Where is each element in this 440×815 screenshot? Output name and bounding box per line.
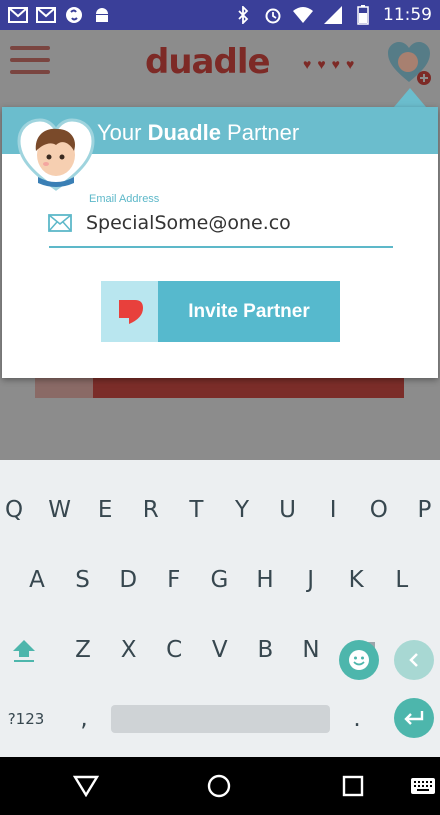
email-field-underline (49, 246, 393, 248)
title-suffix: Partner (220, 120, 300, 145)
invite-partner-label: Invite Partner (188, 300, 310, 322)
email-input[interactable] (86, 209, 386, 237)
invite-partner-dialog: Your Duadle Partner Email Address Invite… (2, 107, 438, 378)
invite-partner-button[interactable]: Invite Partner (101, 281, 340, 342)
key-v[interactable]: V (200, 625, 240, 675)
wifi-icon (293, 6, 313, 24)
title-brand: Duadle (147, 120, 221, 145)
key-s[interactable]: S (63, 555, 103, 605)
invite-icon-box (101, 281, 158, 342)
dialog-caret (394, 88, 426, 107)
title-prefix: Your (97, 120, 148, 145)
collapse-button[interactable] (394, 640, 434, 680)
enter-arrow-icon (404, 711, 424, 725)
gmail-icon (36, 6, 56, 24)
emoji-button[interactable] (339, 640, 379, 680)
key-a[interactable]: A (17, 555, 57, 605)
back-nav-icon[interactable] (71, 771, 101, 801)
chevron-left-icon (409, 653, 418, 667)
key-r[interactable]: R (131, 485, 171, 535)
key-h[interactable]: H (245, 555, 285, 605)
navigation-bar (0, 757, 440, 815)
logo-hearts: ♥♥♥♥ (303, 56, 361, 72)
battery-icon (353, 5, 373, 25)
key-q[interactable]: Q (0, 485, 34, 535)
key-f[interactable]: F (154, 555, 194, 605)
app-logo: duadle (145, 42, 271, 82)
key-k[interactable]: K (336, 555, 376, 605)
key-b[interactable]: B (245, 625, 285, 675)
partner-avatar-icon (16, 117, 96, 193)
key-e[interactable]: E (85, 485, 125, 535)
key-w[interactable]: W (40, 485, 80, 535)
key-y[interactable]: Y (222, 485, 262, 535)
mail-icon (48, 214, 72, 232)
signal-icon (323, 6, 343, 24)
key-g[interactable]: G (199, 555, 239, 605)
key-t[interactable]: T (176, 485, 216, 535)
heart-icon (118, 299, 143, 324)
bluetooth-icon (233, 6, 253, 24)
gmail-icon (8, 6, 28, 24)
recents-nav-icon[interactable] (338, 771, 368, 801)
key-n[interactable]: N (291, 625, 331, 675)
soft-keyboard: QWERTYUIOP ASDFGHJKL ZXCVBN ?123 , . (0, 460, 440, 757)
key-x[interactable]: X (109, 625, 149, 675)
shift-key[interactable] (4, 625, 44, 675)
period-key[interactable]: . (337, 694, 377, 744)
symbols-key[interactable]: ?123 (6, 694, 46, 744)
key-u[interactable]: U (268, 485, 308, 535)
key-j[interactable]: J (291, 555, 331, 605)
status-bar: 11:59 (0, 0, 440, 30)
dialog-title: Your Duadle Partner (97, 120, 299, 146)
key-d[interactable]: D (108, 555, 148, 605)
status-time: 11:59 (383, 5, 432, 25)
android-icon (92, 6, 112, 24)
email-field-label: Email Address (89, 193, 160, 205)
comma-key[interactable]: , (64, 694, 104, 744)
key-i[interactable]: I (313, 485, 353, 535)
alarm-icon (263, 6, 283, 24)
enter-key[interactable] (394, 698, 434, 738)
key-p[interactable]: P (404, 485, 440, 535)
home-nav-icon[interactable] (204, 771, 234, 801)
key-l[interactable]: L (382, 555, 422, 605)
shazam-icon (64, 6, 84, 24)
spacebar[interactable] (111, 705, 330, 733)
profile-avatar-icon[interactable] (386, 40, 432, 86)
keyboard-switch-icon[interactable] (408, 771, 438, 801)
hamburger-menu-icon[interactable] (10, 46, 50, 76)
key-z[interactable]: Z (63, 625, 103, 675)
smiley-icon (349, 650, 369, 670)
key-c[interactable]: C (154, 625, 194, 675)
key-o[interactable]: O (359, 485, 399, 535)
